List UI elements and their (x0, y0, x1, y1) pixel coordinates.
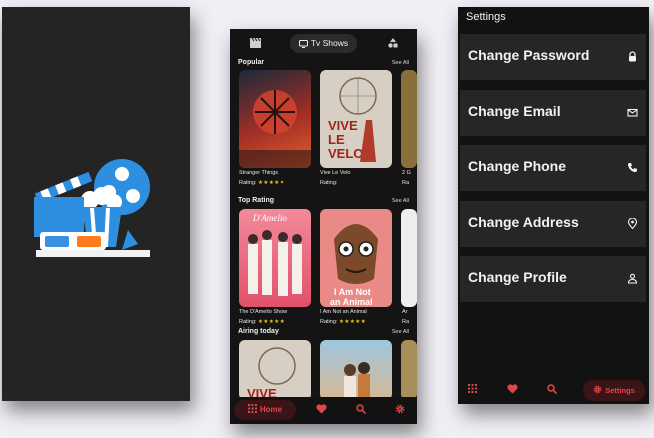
bottom-nav: Settings (458, 377, 649, 404)
tv-shows-screen: Tv Shows Popular See All VIVE LE VELO Stra… (230, 29, 417, 424)
poster-name: The D'Amelio Show (239, 309, 288, 315)
settings-screen: Settings Change Password Change Email Ch… (458, 7, 649, 404)
row-label: Change Address (468, 214, 579, 230)
phone-icon (627, 163, 637, 173)
change-email-row[interactable]: Change Email (460, 90, 646, 136)
poster-airing-2[interactable] (320, 340, 392, 400)
svg-text:an Animal: an Animal (330, 297, 373, 307)
grid-icon (247, 404, 257, 413)
location-icon (627, 218, 638, 229)
nav-home-label: Home (259, 405, 283, 414)
section-title-popular: Popular (238, 59, 265, 66)
clapperboard-icon[interactable] (250, 37, 261, 51)
lock-icon (629, 51, 636, 62)
shapes-icon[interactable] (388, 38, 398, 51)
poster-partial-airing[interactable] (401, 340, 417, 400)
row-label: Change Phone (468, 158, 567, 174)
person-icon (627, 273, 638, 284)
poster-vive-le-velo[interactable]: VIVE LE VELO (320, 70, 392, 168)
poster-rating: Rating: ★★★★✦ (239, 180, 285, 186)
svg-text:VELO: VELO (328, 146, 363, 161)
tv-icon (298, 40, 308, 48)
section-title-top-rating: Top Rating (238, 197, 275, 204)
gear-icon (593, 385, 602, 394)
poster-name: 2 G (402, 170, 411, 176)
poster-rating: Rating: ★★★★★ (239, 319, 286, 325)
change-profile-row[interactable]: Change Profile (460, 256, 646, 302)
nav-settings-label: Settings (605, 386, 635, 395)
tab-label: Tv Shows (310, 38, 349, 48)
row-label: Change Password (468, 47, 590, 63)
splash-screen (2, 7, 190, 401)
poster-rating: Ra (402, 180, 410, 186)
search-icon[interactable] (356, 404, 367, 417)
see-all-popular-link[interactable]: See All (392, 60, 409, 66)
poster-partial-popular[interactable] (401, 70, 417, 168)
bottom-nav: Home (230, 397, 417, 424)
poster-damelio-show[interactable]: D'Amelio (239, 209, 311, 307)
see-all-top-rating-link[interactable]: See All (392, 198, 409, 204)
svg-text:VIVE: VIVE (328, 118, 358, 133)
movie-app-logo-icon (34, 159, 150, 257)
poster-rating: Rating: (320, 180, 338, 186)
search-icon[interactable] (547, 384, 558, 397)
nav-home-button[interactable]: Home (234, 400, 296, 420)
svg-text:LE: LE (328, 132, 345, 147)
top-bar: Tv Shows (230, 29, 417, 57)
nav-settings-button[interactable]: Settings (583, 380, 645, 401)
tab-tv-shows[interactable]: Tv Shows (290, 34, 357, 53)
change-phone-row[interactable]: Change Phone (460, 145, 646, 191)
poster-name: Vive Le Velo (320, 170, 351, 176)
poster-rating: Rating: ★★★★★ (320, 319, 367, 325)
poster-partial-top-rating[interactable] (401, 209, 417, 307)
poster-name: Ar (402, 309, 408, 315)
row-label: Change Email (468, 103, 561, 119)
mail-icon (627, 108, 638, 117)
svg-text:D'Amelio: D'Amelio (252, 213, 287, 223)
change-password-row[interactable]: Change Password (460, 34, 646, 80)
gear-icon[interactable] (395, 404, 405, 417)
poster-name: I Am Not an Animal (320, 309, 367, 315)
section-title-airing-today: Airing today (238, 328, 279, 335)
see-all-airing-today-link[interactable]: See All (392, 329, 409, 335)
heart-icon[interactable] (316, 404, 327, 417)
row-label: Change Profile (468, 269, 567, 285)
poster-stranger-things[interactable] (239, 70, 311, 168)
heart-icon[interactable] (507, 384, 518, 397)
change-address-row[interactable]: Change Address (460, 201, 646, 247)
poster-name: Stranger Things (239, 170, 279, 176)
poster-i-am-not-an-animal[interactable]: I Am Not an Animal (320, 209, 392, 307)
page-title: Settings (466, 11, 506, 23)
grid-icon[interactable] (468, 384, 477, 396)
poster-rating: Ra (402, 319, 410, 325)
svg-text:I Am Not: I Am Not (334, 287, 371, 297)
poster-airing-1[interactable]: VIVE (239, 340, 311, 400)
